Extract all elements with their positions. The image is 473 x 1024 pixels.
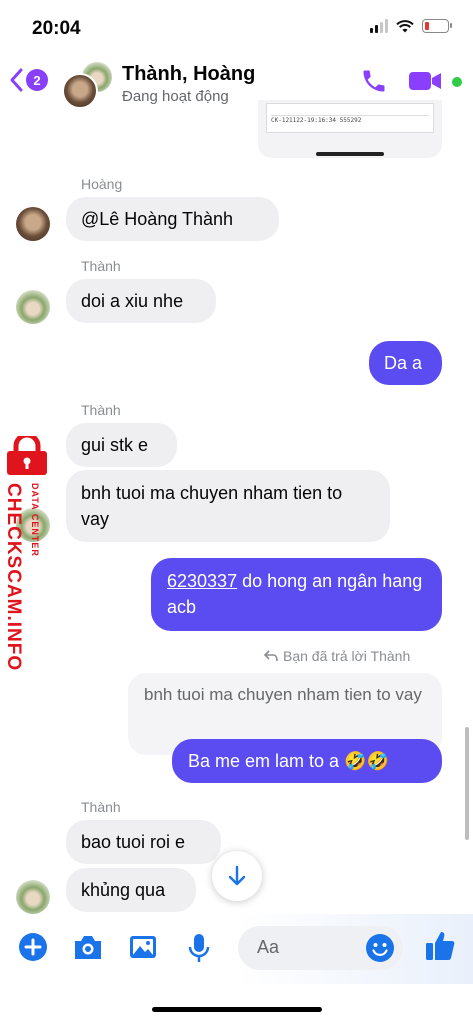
message-input-placeholder: Aa (257, 937, 280, 957)
watermark-text: CHECKSCAM.INFO (3, 483, 24, 672)
receipt-image: CK-121122-19:16:34 555292 (266, 103, 434, 133)
microphone-icon[interactable] (186, 932, 212, 964)
message-bubble[interactable]: doi a xiu nhe (66, 279, 216, 323)
phone-icon[interactable] (360, 67, 388, 95)
thumbs-up-icon[interactable] (423, 929, 457, 963)
back-button[interactable]: 2 (8, 67, 48, 93)
account-number-link[interactable]: 6230337 (167, 571, 237, 591)
message-bubble[interactable]: @Lê Hoàng Thành (66, 197, 279, 241)
chat-status: Đang hoạt động (122, 88, 229, 105)
status-icons (370, 19, 452, 33)
unread-badge: 2 (26, 69, 48, 91)
battery-icon (422, 19, 452, 33)
avatar-hoang (16, 207, 50, 241)
wifi-icon (396, 19, 414, 32)
image-handle (316, 152, 384, 156)
home-indicator (152, 1007, 322, 1012)
emoji-icon[interactable] (365, 933, 395, 963)
group-avatar-primary (62, 73, 98, 109)
reply-arrow-icon (264, 650, 278, 662)
back-chevron-icon (10, 68, 23, 92)
arrow-down-icon (228, 865, 246, 886)
plus-circle-icon[interactable] (18, 932, 48, 962)
reply-note: Bạn đã trả lời Thành (264, 648, 410, 664)
status-time: 20:04 (32, 18, 81, 39)
sender-name: Thành (81, 799, 121, 815)
outgoing-message-bubble[interactable]: 6230337 do hong an ngân hang acb (151, 558, 442, 631)
outgoing-message-bubble[interactable]: Ba me em lam to a 🤣🤣 (172, 739, 442, 783)
online-indicator (452, 77, 462, 87)
scrollbar[interactable] (465, 727, 469, 840)
sender-name: Hoàng (81, 176, 123, 192)
sender-name: Thành (81, 402, 121, 418)
receipt-text: CK-121122-19:16:34 555292 (271, 117, 362, 124)
outgoing-message-bubble[interactable]: Da a (369, 341, 442, 385)
lock-logo (7, 436, 47, 475)
avatar-thanh (16, 290, 50, 324)
message-bubble[interactable]: khủng qua (66, 868, 196, 912)
video-camera-icon[interactable] (408, 69, 442, 93)
signal-icon (370, 19, 388, 33)
camera-icon[interactable] (72, 932, 104, 962)
image-icon[interactable] (128, 932, 158, 962)
avatar-thanh (16, 880, 50, 914)
message-bubble[interactable]: gui stk e (66, 423, 177, 467)
chat-title[interactable]: Thành, Hoàng (122, 63, 255, 86)
watermark-subtext: DATA CENTER (30, 483, 40, 557)
sender-name: Thành (81, 258, 121, 274)
scroll-to-bottom-button[interactable] (212, 851, 262, 901)
reply-note-text: Bạn đã trả lời Thành (283, 648, 411, 664)
message-bubble[interactable]: bao tuoi roi e (66, 820, 221, 864)
message-bubble[interactable]: bnh tuoi ma chuyen nham tien to vay (66, 470, 390, 542)
